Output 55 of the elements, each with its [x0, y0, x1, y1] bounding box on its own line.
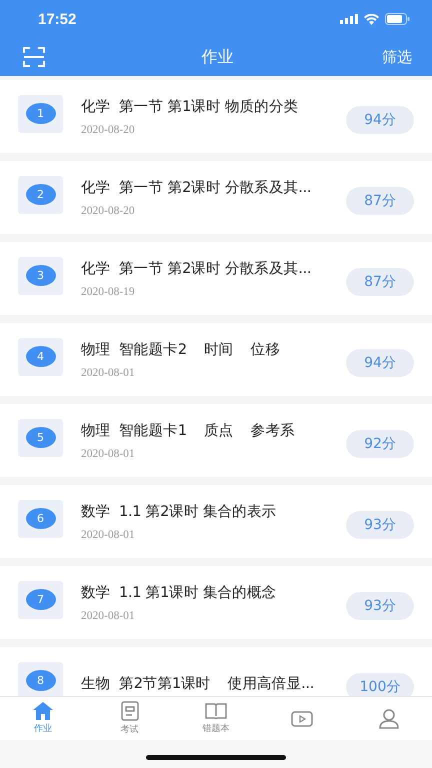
homework-item[interactable]: 6 数学 1.1 第2课时 集合的表示 2020-08-01 93分 [0, 485, 432, 558]
homework-date: 2020-08-01 [81, 529, 136, 541]
number-badge: 5 [26, 427, 56, 448]
number-badge: 3 [26, 265, 56, 286]
homework-item[interactable]: 2 化学 第一节 第2课时 分散系及其... 2020-08-20 87分 [0, 161, 432, 234]
number-badge: 7 [26, 589, 56, 610]
homework-title: 数学 1.1 第2课时 集合的表示 [81, 503, 278, 521]
score-badge: 94分 [346, 106, 414, 134]
score-badge: 93分 [346, 592, 414, 620]
score-badge: 94分 [346, 348, 414, 376]
score-badge: 87分 [346, 268, 414, 296]
homework-item[interactable]: 4 物理 智能题卡2 时间 位移 2020-08-01 94分 [0, 323, 432, 396]
number-badge: 8 [26, 670, 56, 691]
person-icon [378, 708, 399, 728]
home-icon [33, 702, 54, 720]
book-icon [205, 702, 228, 720]
scan-icon[interactable] [23, 47, 45, 67]
score-badge: 87分 [346, 186, 414, 214]
number-badge: 4 [26, 346, 56, 367]
homework-item[interactable]: 5 物理 智能题卡1 质点 参考系 2020-08-01 92分 [0, 404, 432, 477]
homework-title: 化学 第一节 第2课时 分散系及其... [81, 260, 312, 278]
score-badge: 93分 [346, 510, 414, 538]
homework-date: 2020-08-20 [81, 205, 136, 217]
homework-title: 生物 第2节第1课时 使用高倍显... [81, 674, 316, 693]
play-icon [291, 710, 314, 728]
tab-label: 考试 [120, 724, 139, 736]
number-badge: 6 [26, 508, 56, 529]
homework-date: 2020-08-20 [81, 124, 136, 136]
tab-item[interactable]: 错题本 [172, 697, 260, 740]
number-badge: 2 [26, 184, 56, 205]
tab-label: 作业 [34, 722, 52, 735]
homework-item[interactable]: 3 化学 第一节 第2课时 分散系及其... 2020-08-19 87分 [0, 242, 432, 315]
homework-item[interactable]: 7 数学 1.1 第1课时 集合的概念 2020-08-01 93分 [0, 566, 432, 639]
homework-title: 物理 智能题卡2 时间 位移 [81, 341, 282, 359]
homework-title: 化学 第一节 第2课时 分散系及其... [81, 179, 312, 197]
homework-title: 物理 智能题卡1 质点 参考系 [81, 422, 296, 440]
homework-item[interactable]: 8 生物 第2节第1课时 使用高倍显... 100分 [0, 647, 432, 696]
homework-date: 2020-08-01 [81, 610, 136, 622]
homework-date: 2020-08-19 [81, 286, 136, 298]
signal-icon [340, 14, 358, 24]
page-title: 作业 [202, 46, 234, 68]
homework-item[interactable]: 1 化学 第一节 第1课时 物质的分类 2020-08-20 94分 [0, 80, 432, 153]
tab-item[interactable]: 考试 [86, 697, 173, 740]
document-icon [120, 701, 139, 721]
score-badge: 100分 [346, 672, 414, 696]
tab-label: 错题本 [202, 722, 230, 735]
number-badge: 1 [26, 103, 56, 124]
battery-icon [385, 13, 410, 25]
homework-title: 化学 第一节 第1课时 物质的分类 [81, 98, 300, 116]
wifi-icon [364, 14, 379, 24]
status-time: 17:52 [38, 10, 76, 28]
homework-date: 2020-08-01 [81, 367, 136, 379]
homework-title: 数学 1.1 第1课时 集合的概念 [81, 584, 278, 602]
homework-date: 2020-08-01 [81, 448, 136, 460]
score-badge: 92分 [346, 430, 414, 458]
